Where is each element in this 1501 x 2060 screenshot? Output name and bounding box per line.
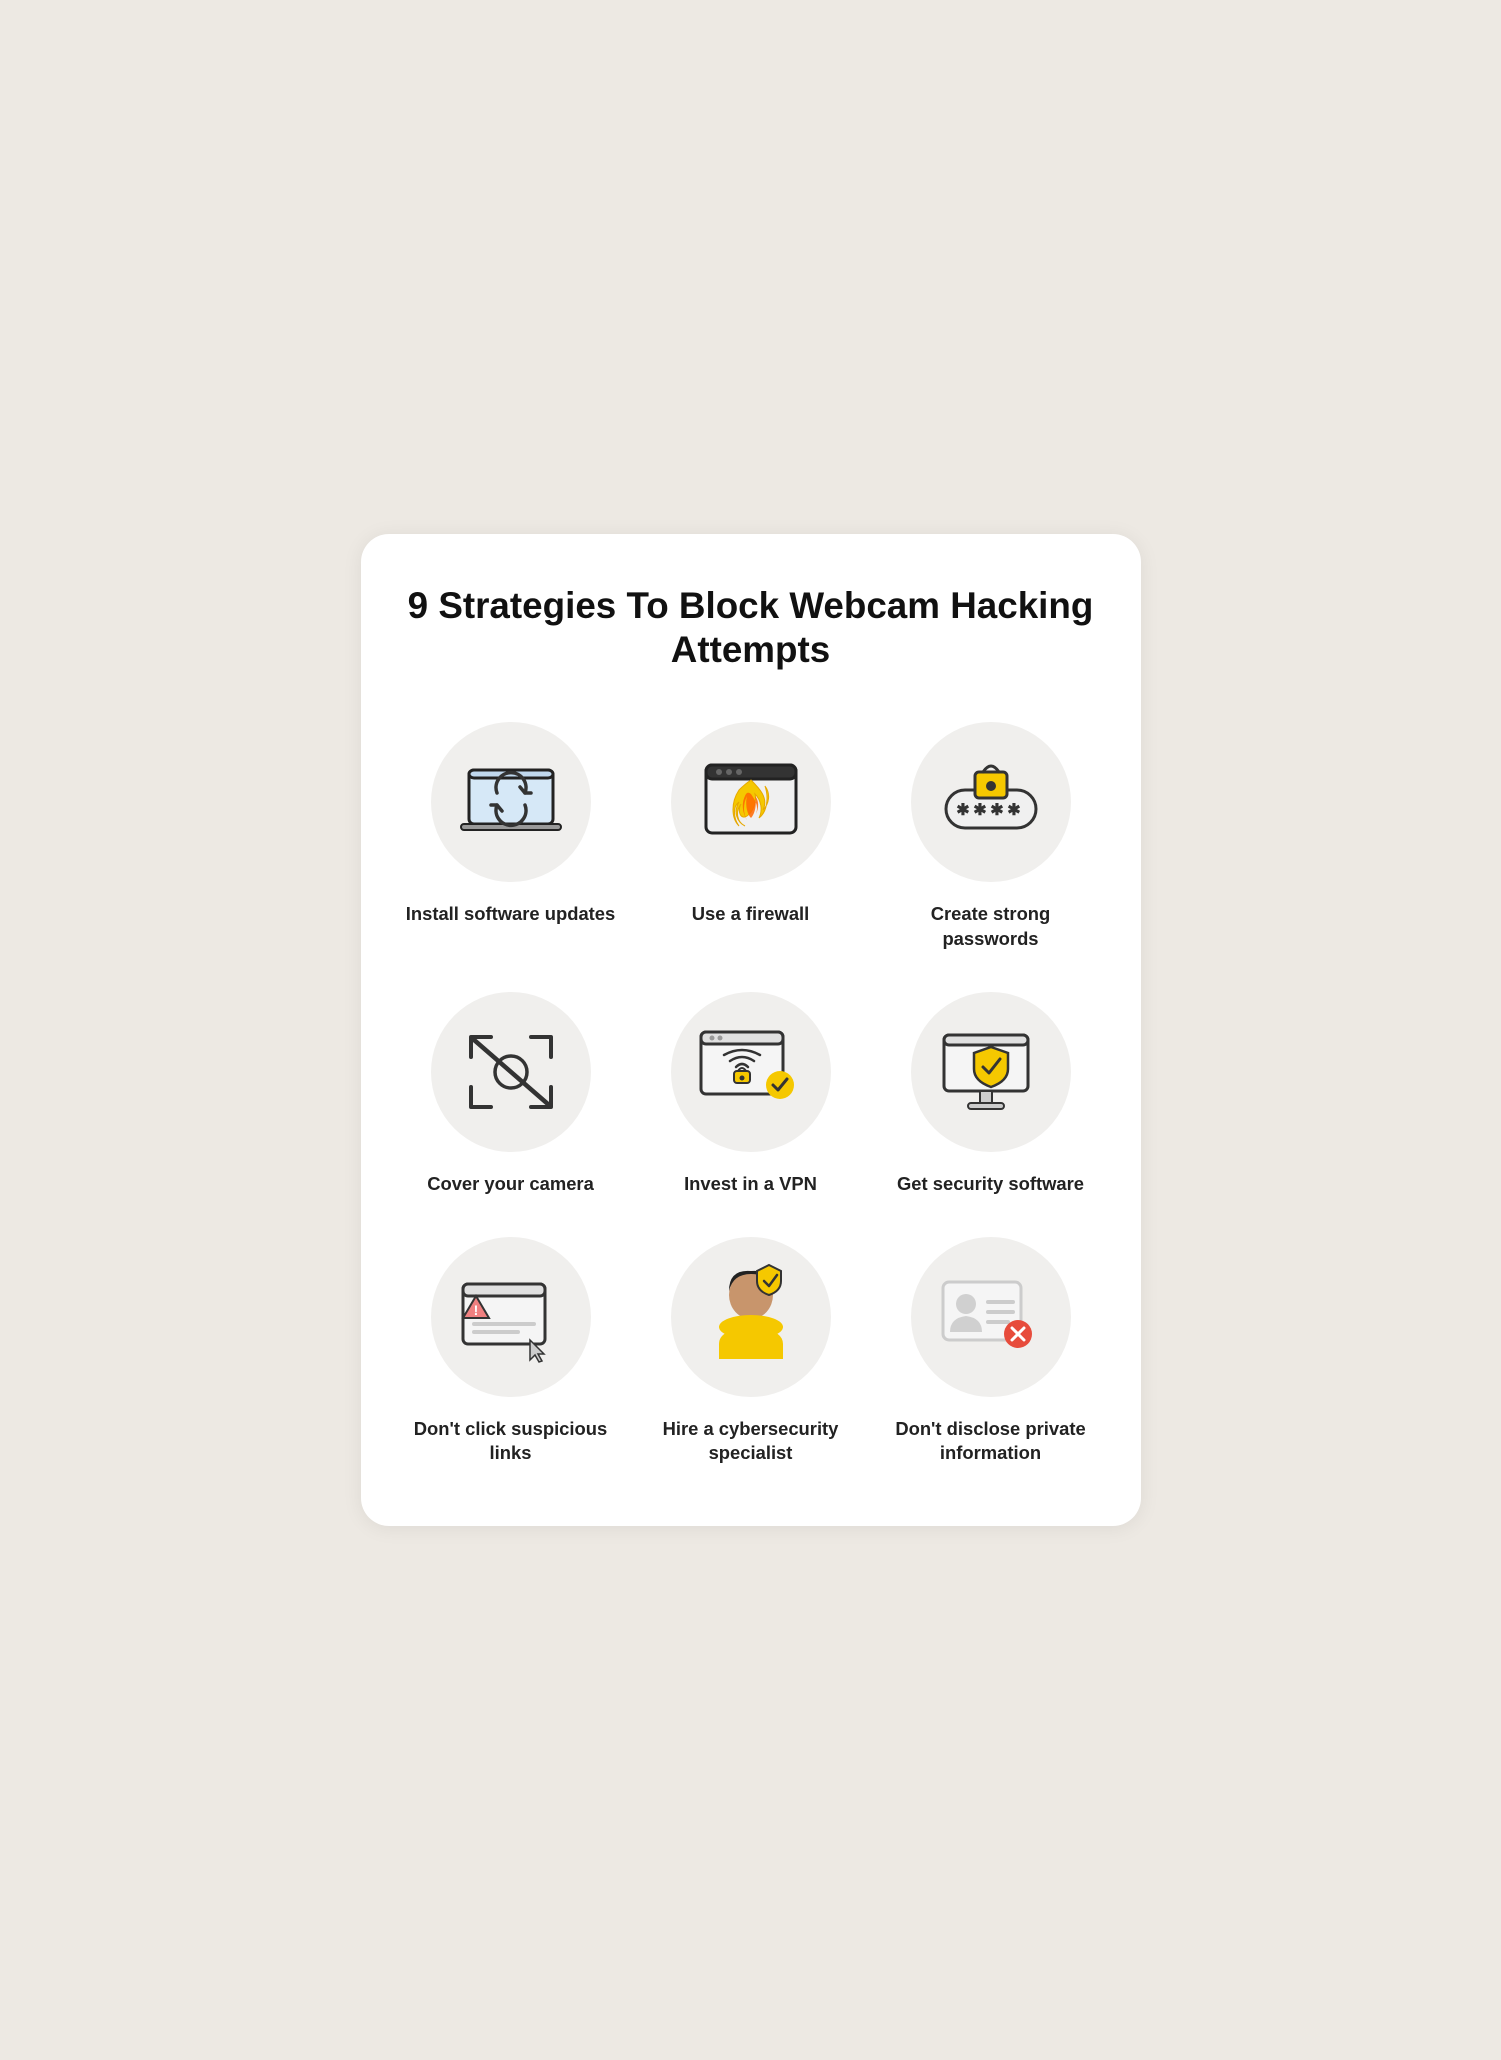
svg-text:✱: ✱ [1007,802,1020,819]
icon-circle-use-a-firewall [671,722,831,882]
firewall-icon [701,760,801,845]
icon-circle-dont-click-suspicious-links: ! [431,1237,591,1397]
icon-circle-create-strong-passwords: ✱ ✱ ✱ ✱ [911,722,1071,882]
label-create-strong-passwords: Create strong passwords [881,902,1101,952]
laptop-update-icon [461,762,561,842]
label-install-software-updates: Install software updates [406,902,616,927]
svg-text:✱: ✱ [973,802,986,819]
camera-off-icon [461,1027,561,1117]
icon-circle-dont-disclose-private-information [911,1237,1071,1397]
svg-text:✱: ✱ [956,802,969,819]
label-cover-your-camera: Cover your camera [427,1172,594,1197]
item-install-software-updates: Install software updates [401,722,621,952]
label-dont-disclose-private-information: Don't disclose private information [881,1417,1101,1467]
strategies-grid: Install software updates [401,722,1101,1466]
password-icon: ✱ ✱ ✱ ✱ [936,762,1046,842]
icon-circle-install-software-updates [431,722,591,882]
icon-circle-cover-your-camera [431,992,591,1152]
item-dont-click-suspicious-links: ! Don't click suspicious links [401,1237,621,1467]
vpn-icon [696,1027,806,1117]
icon-circle-get-security-software [911,992,1071,1152]
item-dont-disclose-private-information: Don't disclose private information [881,1237,1101,1467]
icon-circle-hire-cybersecurity-specialist [671,1237,831,1397]
security-software-icon [936,1027,1046,1117]
item-cover-your-camera: Cover your camera [401,992,621,1197]
svg-text:!: ! [474,1302,479,1318]
label-get-security-software: Get security software [897,1172,1084,1197]
item-create-strong-passwords: ✱ ✱ ✱ ✱ Create strong passwords [881,722,1101,952]
item-use-a-firewall: Use a firewall [641,722,861,952]
page-title: 9 Strategies To Block Webcam Hacking Att… [401,584,1101,672]
item-invest-in-vpn: Invest in a VPN [641,992,861,1197]
label-use-a-firewall: Use a firewall [692,902,810,927]
svg-text:✱: ✱ [990,802,1003,819]
label-dont-click-suspicious-links: Don't click suspicious links [401,1417,621,1467]
main-card: 9 Strategies To Block Webcam Hacking Att… [361,534,1141,1527]
item-get-security-software: Get security software [881,992,1101,1197]
item-hire-cybersecurity-specialist: Hire a cybersecurity specialist [641,1237,861,1467]
cybersecurity-specialist-icon [701,1269,801,1364]
suspicious-links-icon: ! [458,1272,563,1362]
label-invest-in-vpn: Invest in a VPN [684,1172,817,1197]
icon-circle-invest-in-vpn [671,992,831,1152]
private-info-icon [938,1272,1043,1362]
label-hire-cybersecurity-specialist: Hire a cybersecurity specialist [641,1417,861,1467]
